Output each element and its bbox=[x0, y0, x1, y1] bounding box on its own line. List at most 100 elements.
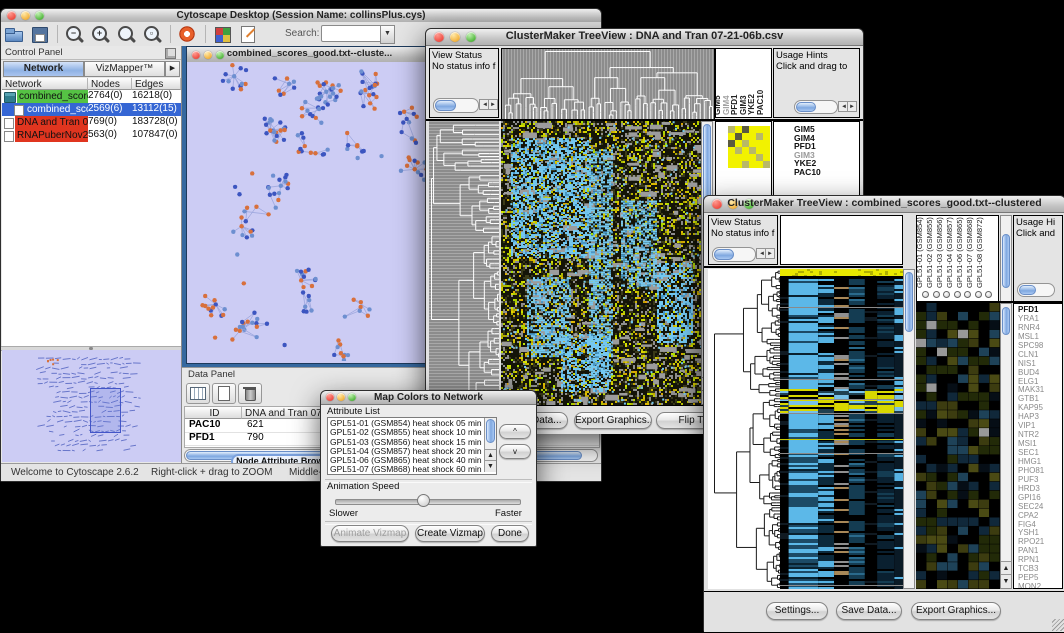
heatmap-cell[interactable] bbox=[763, 126, 770, 133]
column-label[interactable]: GPL51-06 (GSM865) bbox=[955, 217, 964, 288]
network-overview-canvas[interactable] bbox=[2, 350, 181, 462]
column-selector-dot[interactable] bbox=[954, 291, 961, 298]
heatmap-cell[interactable] bbox=[756, 147, 763, 154]
column-label[interactable]: GPL51-08 (GSM872) bbox=[975, 217, 984, 288]
column-label[interactable]: GPL51-02 (GSM855) bbox=[925, 217, 934, 288]
tab-overflow-button[interactable]: ▶ bbox=[165, 61, 180, 77]
dialog-title-bar[interactable]: Map Colors to Network bbox=[321, 391, 536, 405]
gene-label[interactable]: PAC10 bbox=[794, 168, 821, 177]
column-header-id[interactable]: ID bbox=[185, 407, 242, 419]
heatmap-global-canvas[interactable] bbox=[501, 121, 701, 405]
row-dendrogram-canvas[interactable] bbox=[708, 269, 780, 589]
vscroll-thumb[interactable] bbox=[905, 272, 913, 332]
hscroll-thumb[interactable] bbox=[1019, 285, 1036, 295]
zoom-fit-icon[interactable] bbox=[115, 24, 139, 44]
heatmap-cell[interactable] bbox=[763, 154, 770, 161]
vscroll-thumb[interactable] bbox=[1002, 234, 1010, 288]
column-dendrogram-canvas[interactable] bbox=[501, 48, 715, 120]
attribute-listbox[interactable]: GPL51-01 (GSM854) heat shock 05 minGPL51… bbox=[327, 417, 497, 475]
view-status-hscrollbar[interactable] bbox=[712, 247, 756, 262]
heatmap-cell[interactable] bbox=[735, 140, 742, 147]
heatmap-cell[interactable] bbox=[763, 147, 770, 154]
scroll-right-icon[interactable]: ► bbox=[847, 101, 857, 112]
heatmap-cell[interactable] bbox=[728, 161, 735, 168]
tab-vizmapper[interactable]: VizMapper™ bbox=[84, 61, 165, 77]
annotation-icon[interactable] bbox=[237, 24, 261, 44]
hscroll-thumb[interactable] bbox=[435, 100, 456, 111]
heatmap-global-canvas[interactable] bbox=[780, 269, 903, 589]
zoom-vscrollbar[interactable]: ▲ ▼ bbox=[1000, 303, 1012, 589]
heatmap-cell[interactable] bbox=[728, 147, 735, 154]
labels-vscrollbar[interactable] bbox=[1000, 215, 1012, 303]
new-attribute-icon[interactable] bbox=[212, 383, 236, 404]
usage-hints-hscrollbar[interactable] bbox=[1017, 283, 1055, 297]
vscroll-thumb[interactable] bbox=[486, 419, 495, 443]
export-graphics-button[interactable]: Export Graphics... bbox=[911, 602, 1001, 620]
scroll-down-icon[interactable]: ▼ bbox=[485, 460, 496, 472]
column-label[interactable]: GPL51-04 (GSM857) bbox=[945, 217, 954, 288]
heatmap-cell[interactable] bbox=[749, 140, 756, 147]
heatmap-cell[interactable] bbox=[763, 161, 770, 168]
zoom-heatmap-canvas[interactable] bbox=[916, 303, 1000, 589]
search-dropdown-button[interactable]: ▼ bbox=[380, 25, 395, 44]
resize-grip[interactable] bbox=[1052, 619, 1064, 631]
column-selector-dot[interactable] bbox=[943, 291, 950, 298]
treeview1-title-bar[interactable]: ClusterMaker TreeView : DNA and Tran 07-… bbox=[426, 29, 863, 46]
save-session-icon[interactable] bbox=[28, 24, 52, 44]
main-title-bar[interactable]: Cytoscape Desktop (Session Name: collins… bbox=[1, 9, 601, 23]
create-vizmap-button[interactable]: Create Vizmap bbox=[415, 525, 485, 542]
heatmap-cell[interactable] bbox=[742, 126, 749, 133]
move-down-button[interactable]: v bbox=[499, 444, 531, 459]
scroll-right-icon[interactable]: ► bbox=[488, 99, 498, 110]
tab-network[interactable]: Network bbox=[3, 61, 84, 77]
heatmap-cell[interactable] bbox=[735, 154, 742, 161]
heatmap-cell[interactable] bbox=[756, 154, 763, 161]
heatmap-cell[interactable] bbox=[756, 161, 763, 168]
open-session-icon[interactable] bbox=[2, 24, 26, 44]
attribute-list-item[interactable]: GPL51-07 (GSM868) heat shock 60 min bbox=[328, 465, 483, 474]
heatmap-cell[interactable] bbox=[749, 161, 756, 168]
column-selector-dot[interactable] bbox=[975, 291, 982, 298]
heatmap-cell[interactable] bbox=[735, 126, 742, 133]
network-column-header[interactable]: Network bbox=[2, 78, 88, 90]
zoom-in-icon[interactable]: + bbox=[89, 24, 113, 44]
help-icon[interactable] bbox=[176, 24, 200, 44]
usage-hints-hscrollbar[interactable] bbox=[794, 100, 838, 114]
heatmap-cell[interactable] bbox=[763, 133, 770, 140]
zoom-selected-icon[interactable]: ▫ bbox=[141, 24, 165, 44]
vizmapper-icon[interactable] bbox=[211, 24, 235, 44]
vscroll-thumb[interactable] bbox=[1002, 307, 1010, 335]
heatmap-cell[interactable] bbox=[735, 133, 742, 140]
column-label[interactable]: GIM5 bbox=[715, 95, 722, 115]
heatmap-cell[interactable] bbox=[756, 126, 763, 133]
gene-label[interactable]: MON2 bbox=[1018, 583, 1044, 589]
speed-slider-thumb[interactable] bbox=[417, 494, 430, 507]
heatmap-cell[interactable] bbox=[756, 133, 763, 140]
heatmap-cell[interactable] bbox=[742, 140, 749, 147]
column-selector-dot[interactable] bbox=[933, 291, 940, 298]
network-column-header[interactable]: Edges bbox=[132, 78, 181, 90]
heatmap-cell[interactable] bbox=[749, 126, 756, 133]
heatmap-cell[interactable] bbox=[749, 147, 756, 154]
column-label[interactable]: PAC10 bbox=[756, 90, 765, 115]
network-frame-title-bar[interactable]: combined_scores_good.txt--cluste... bbox=[187, 47, 432, 63]
float-panel-icon[interactable] bbox=[165, 48, 176, 59]
hscroll-thumb[interactable] bbox=[714, 249, 734, 260]
heatmap-cell[interactable] bbox=[728, 133, 735, 140]
network-list-row[interactable]: DNA and Tran 07769(0)183728(0) bbox=[2, 116, 181, 129]
heatmap-cell[interactable] bbox=[742, 161, 749, 168]
heatmap-vscrollbar[interactable] bbox=[903, 269, 915, 589]
column-selector-dot[interactable] bbox=[922, 291, 929, 298]
column-label[interactable]: PFD1 bbox=[730, 95, 739, 115]
column-selector-dot[interactable] bbox=[964, 291, 971, 298]
search-input[interactable] bbox=[323, 27, 381, 40]
column-label[interactable]: GPL51-07 (GSM868) bbox=[965, 217, 974, 288]
network-column-header[interactable]: Nodes bbox=[88, 78, 132, 90]
hscroll-thumb[interactable] bbox=[796, 102, 816, 112]
heatmap-cell[interactable] bbox=[763, 140, 770, 147]
attribute-table-icon[interactable] bbox=[186, 383, 210, 404]
save-data-button[interactable]: Save Data... bbox=[836, 602, 902, 620]
zoom-heatmap[interactable] bbox=[728, 126, 770, 168]
done-button[interactable]: Done bbox=[491, 525, 529, 542]
heatmap-cell[interactable] bbox=[749, 154, 756, 161]
